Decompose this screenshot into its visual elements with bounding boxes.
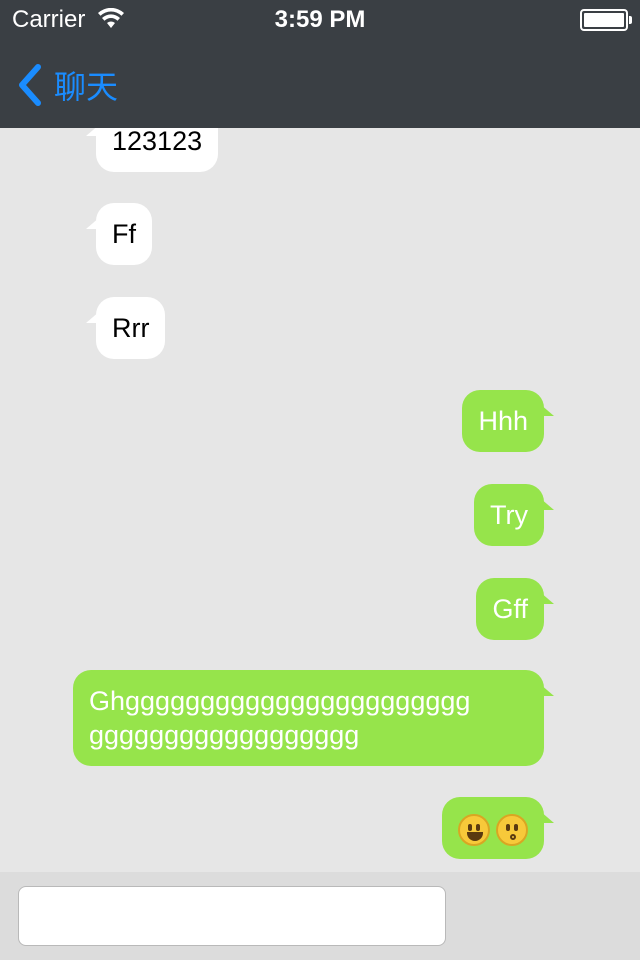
back-button[interactable]: 聊天: [14, 62, 118, 108]
message-input[interactable]: [18, 886, 446, 946]
message-text: Rrr: [112, 313, 150, 343]
message-text: Gff: [492, 594, 528, 624]
message-bubble-incoming[interactable]: Ff: [86, 203, 152, 265]
message-text: Ff: [112, 219, 136, 249]
composer-bar: [0, 872, 640, 960]
message-text: Try: [490, 500, 528, 530]
message-bubble-incoming[interactable]: Rrr: [86, 297, 166, 359]
status-bar: Carrier 3:59 PM: [0, 0, 640, 40]
clock: 3:59 PM: [274, 6, 366, 33]
back-button-label: 聊天: [54, 68, 119, 106]
message-text: 123123: [112, 128, 203, 156]
top-bar: Carrier 3:59 PM 聊天: [0, 0, 640, 128]
message-bubble-outgoing[interactable]: Hhh: [462, 390, 554, 452]
kissing-face-emoji: [496, 813, 528, 846]
message-bubble-outgoing[interactable]: Ghggggggggggggggggggggggg gggggggggggggg…: [73, 670, 554, 766]
battery-icon: [580, 9, 632, 31]
message-bubble-outgoing[interactable]: Try: [474, 484, 554, 546]
message-list[interactable]: 123123 Ff Rrr Hhh Try Gff Ghgggggggggggg…: [0, 128, 640, 872]
message-bubble-outgoing[interactable]: [442, 797, 554, 859]
message-bubble-incoming[interactable]: 123123: [86, 128, 219, 172]
message-bubble-outgoing[interactable]: Gff: [476, 578, 554, 640]
message-text-line: Ghggggggggggggggggggggggg: [89, 686, 471, 716]
navigation-bar: 聊天: [0, 40, 640, 128]
message-text-line: gggggggggggggggggg: [89, 720, 360, 750]
smiley-face-emoji: [458, 813, 490, 846]
chevron-left-icon: [19, 64, 41, 106]
message-text: Hhh: [478, 406, 528, 436]
